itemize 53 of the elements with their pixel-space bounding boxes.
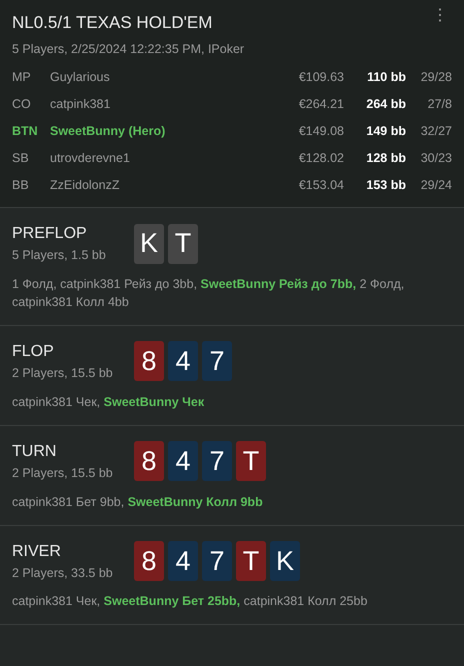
player-name: utrovderevne1 — [50, 150, 131, 168]
player-stack: €264.21 — [298, 96, 344, 114]
player-stack-bb: 110 bb — [366, 69, 406, 86]
player-stack: €153.04 — [298, 177, 344, 194]
playing-card: 7 — [202, 441, 232, 482]
street-name: RIVER — [12, 542, 62, 562]
player-stack: €109.63 — [298, 69, 344, 86]
playing-card: T — [168, 224, 198, 264]
playing-card: K — [134, 224, 164, 264]
street-info: 2 Players, 33.5 bb — [12, 564, 114, 582]
player-stack: €128.02 — [298, 150, 344, 168]
playing-card: 4 — [168, 540, 198, 581]
action-line: 1 Фолд, catpink381 Рейз до 3bb, SweetBunny Рейз до 7bb, 2 Фолд, catpink381 Колл 4bb — [12, 276, 406, 311]
player-stack-bb: 264 bb — [365, 96, 406, 114]
player-stats: 29/24 — [420, 177, 452, 194]
action-line: catpink381 Чек, SweetBunny Чек — [12, 394, 206, 411]
player-stack-bb: 153 bb — [365, 177, 406, 194]
street-name: TURN — [12, 442, 58, 462]
player-stats: 30/23 — [420, 150, 452, 168]
player-position: CO — [12, 96, 32, 114]
street-info: 2 Players, 15.5 bb — [12, 464, 114, 482]
playing-card: K — [270, 540, 300, 581]
player-name: Guylarious — [50, 69, 111, 86]
player-name: SweetBunny (Hero) — [50, 123, 166, 140]
playing-card: 4 — [168, 341, 198, 382]
player-position: BTN — [12, 123, 39, 140]
playing-card: 8 — [134, 540, 164, 581]
playing-card: 8 — [134, 441, 164, 482]
hand-subtitle: 5 Players, 2/25/2024 12:22:35 PM, IPoker — [12, 40, 246, 58]
player-position: BB — [12, 177, 30, 194]
street-name: PREFLOP — [12, 224, 88, 244]
player-stack-bb: 128 bb — [365, 150, 406, 168]
playing-card: T — [236, 441, 266, 482]
playing-card: 7 — [202, 540, 232, 581]
player-name: catpink381 — [50, 96, 112, 114]
action-line: catpink381 Бет 9bb, SweetBunny Колл 9bb — [12, 494, 264, 510]
street-info: 5 Players, 1.5 bb — [12, 247, 107, 264]
player-stack-bb: 149 bb — [365, 123, 406, 140]
street-name: FLOP — [12, 342, 55, 362]
player-position: SB — [12, 150, 30, 168]
player-position: MP — [12, 69, 32, 86]
playing-card: 8 — [134, 341, 164, 382]
action-line: catpink381 Чек, SweetBunny Бет 25bb, catpink381 Колл 25bb — [12, 593, 368, 610]
street-info: 2 Players, 15.5 bb — [12, 365, 114, 382]
playing-card: 7 — [202, 341, 232, 382]
player-stats: 27/8 — [426, 96, 452, 114]
hand-title: NL0.5/1 TEXAS HOLD'EM — [12, 12, 212, 34]
playing-card: T — [236, 540, 266, 581]
player-stats: 32/27 — [420, 123, 452, 140]
player-name: ZzEidolonzZ — [50, 177, 120, 194]
player-stack: €149.08 — [298, 123, 344, 140]
player-stats: 29/28 — [420, 69, 452, 86]
playing-card: 4 — [168, 441, 198, 482]
